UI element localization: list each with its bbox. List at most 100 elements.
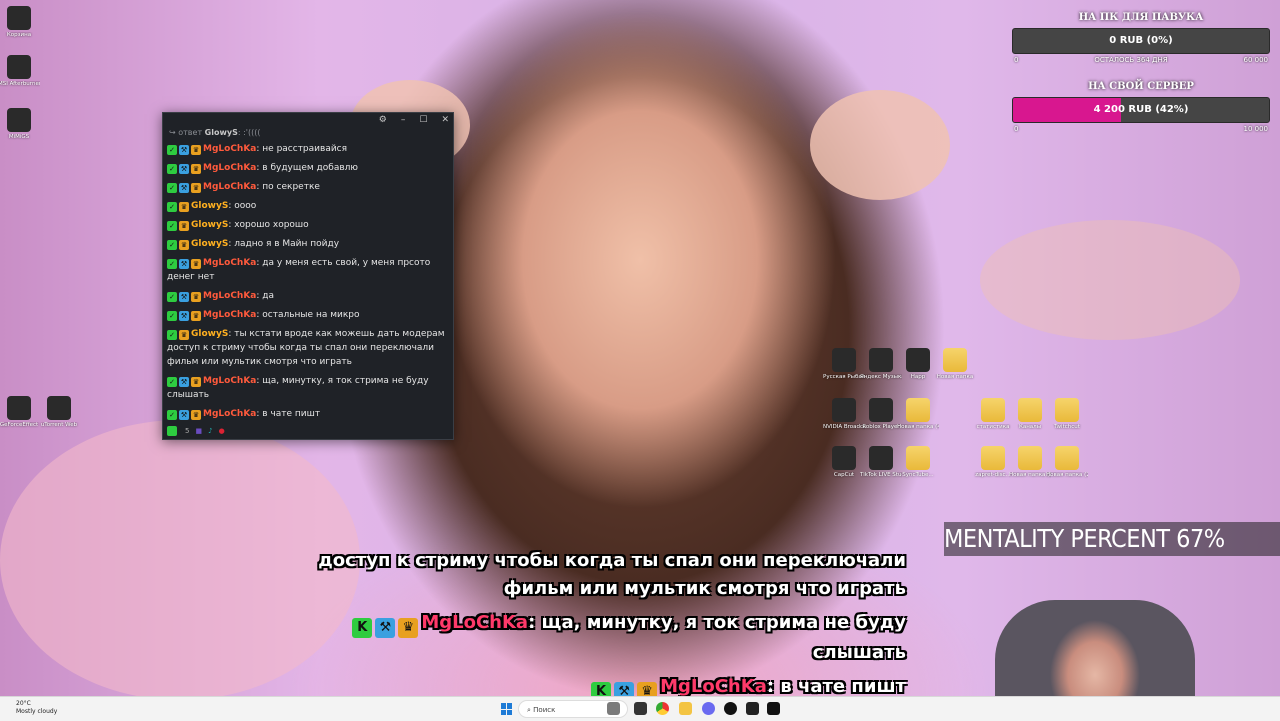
desktop-icon[interactable]: zapret-disc... <box>972 446 1014 479</box>
desktop-icon[interactable]: Новая папка (4) <box>897 398 939 431</box>
crown-icon: ♛ <box>398 618 419 638</box>
chat-window[interactable]: ⚙ – ☐ ✕ ↪ ответ GlowyS: :'(((( ✓ ⚒ ♛ MgLoCh… <box>162 112 454 440</box>
desktop-icon-label: Roblox Player <box>862 424 900 430</box>
desktop-icon-label: SyncTube... <box>902 472 934 478</box>
crown-icon: ♛ <box>179 330 189 340</box>
folder-icon <box>981 446 1005 470</box>
desktop-icon[interactable]: Новая папка (3) <box>1009 446 1051 479</box>
goal-progress-bar: 0 RUB (0%) <box>1012 28 1270 54</box>
start-button[interactable] <box>501 703 513 715</box>
desktop-icon[interactable]: SyncTube... <box>897 446 939 479</box>
chat-message: ✓ ♛ GlowyS: ладно я в Майн пойду <box>163 235 453 254</box>
desktop-icon[interactable]: Яндекс Музыка <box>860 348 902 381</box>
desktop-icon[interactable]: Happ <box>897 348 939 381</box>
chat-username[interactable]: GlowyS <box>191 329 228 339</box>
desktop-icon-label: Twitchcut <box>1054 424 1080 430</box>
desktop-icon-label: Happ <box>910 374 926 380</box>
folder-icon <box>906 398 930 422</box>
chat-text: : остальные на микро <box>256 310 360 320</box>
chat-username[interactable]: MgLoChKa <box>203 376 256 386</box>
desktop-icon[interactable]: Новая папка <box>934 348 976 381</box>
discord-icon[interactable] <box>702 702 715 715</box>
desktop-icon[interactable]: Каналы <box>1009 398 1051 431</box>
chat-text: : в будущем добавлю <box>256 163 358 173</box>
badge-icon: K <box>352 618 373 638</box>
goal-title: НА СВОЙ СЕРВЕР <box>1088 81 1194 92</box>
desktop-icon[interactable]: MSI Afterburner <box>0 55 40 88</box>
desktop-icon[interactable]: uTorrent Web <box>38 396 80 429</box>
chat-text: : ладно я в Майн пойду <box>228 239 340 249</box>
reply-preview: ↪ ответ GlowyS: :'(((( <box>169 128 261 137</box>
desktop-icon[interactable]: Roblox Player <box>860 398 902 431</box>
capcut-taskbar-icon[interactable] <box>767 702 780 715</box>
folder-icon <box>1018 446 1042 470</box>
explorer-icon[interactable] <box>679 702 692 715</box>
recycle-bin-icon <box>7 6 31 30</box>
mimigs-icon <box>7 108 31 132</box>
goal-scale: 0 10 000 <box>1014 125 1268 133</box>
chat-message-list[interactable]: ✓ ⚒ ♛ MgLoChKa: не расстраивайся ✓ ⚒ ♛ MgLoChKa… <box>163 140 453 424</box>
chat-username[interactable]: MgLoChKa <box>203 409 256 419</box>
crown-icon: ♛ <box>191 377 201 387</box>
badge-icon: ✓ <box>167 145 177 155</box>
chrome-icon[interactable] <box>656 702 669 715</box>
viewer-count: 5 <box>185 427 190 435</box>
settings-icon[interactable]: ⚙ <box>379 115 387 125</box>
desktop-icon-label: Каналы <box>1018 424 1042 430</box>
chat-text: : не расстраивайся <box>256 144 348 154</box>
hammer-icon: ⚒ <box>179 292 189 302</box>
desktop-icon-label: Русская Рыбалка 4 <box>823 374 865 380</box>
chat-text: : оооо <box>228 201 257 211</box>
desktop-icon-label: uTorrent Web <box>40 422 78 428</box>
chat-message: ✓ ⚒ ♛ MgLoChKa: в чате пишт <box>163 405 453 424</box>
desktop-icon[interactable]: NVIDIA Broadcast <box>823 398 865 431</box>
chat-username[interactable]: MgLoChKa <box>203 182 256 192</box>
crown-icon: ♛ <box>191 311 201 321</box>
chat-username[interactable]: GlowyS <box>191 239 228 249</box>
desktop-icon[interactable]: TikTok LIVE Studio <box>860 446 902 479</box>
desktop-icon[interactable]: Корзина <box>0 6 40 39</box>
desktop-icon-label: Новая папка (3) <box>1009 472 1051 478</box>
overlay-line: фильм или мультик смотря что играть <box>503 578 906 599</box>
desktop-icon-label: MSI Afterburner <box>0 81 40 87</box>
game-icon[interactable] <box>746 702 759 715</box>
desktop-icon[interactable]: MiMiGS <box>0 108 40 141</box>
maximize-icon[interactable]: ☐ <box>419 115 427 125</box>
desktop-icon[interactable]: Русская Рыбалка 4 <box>823 348 865 381</box>
mentality-percent: MENTALITY PERCENT 67% <box>944 522 1280 556</box>
chat-username[interactable]: MgLoChKa <box>203 291 256 301</box>
obs-icon[interactable] <box>724 702 737 715</box>
desktop-icon[interactable]: Новая папка (2) <box>1046 446 1088 479</box>
goal-title: НА ПК ДЛЯ ПАВУКА <box>1078 12 1204 23</box>
chat-username[interactable]: MgLoChKa <box>203 163 256 173</box>
desktop-icon[interactable]: Twitchcut <box>1046 398 1088 431</box>
hammer-icon: ⚒ <box>179 377 189 387</box>
taskview-icon[interactable] <box>607 702 620 715</box>
desktop-icon[interactable]: CapCut <box>823 446 865 479</box>
chat-username[interactable]: GlowyS <box>191 220 228 230</box>
crown-icon: ♛ <box>191 410 201 420</box>
minimize-icon[interactable]: – <box>401 115 406 125</box>
folder-icon <box>1055 398 1079 422</box>
crown-icon: ♛ <box>191 292 201 302</box>
badge-icon: ✓ <box>167 221 177 231</box>
chat-username[interactable]: MgLoChKa <box>203 144 256 154</box>
badge-icon: ✓ <box>167 183 177 193</box>
badge-icon: ✓ <box>167 311 177 321</box>
badge-icon: ✓ <box>167 292 177 302</box>
chat-username[interactable]: MgLoChKa <box>203 258 256 268</box>
close-icon[interactable]: ✕ <box>441 115 449 125</box>
weather-widget[interactable]: 20°C Mostly cloudy <box>16 700 57 716</box>
chat-username[interactable]: GlowyS <box>191 201 228 211</box>
widgets-icon[interactable] <box>634 702 647 715</box>
desktop-icon[interactable]: GeForceEffect <box>0 396 40 429</box>
hammer-icon: ⚒ <box>179 410 189 420</box>
folder-icon <box>1018 398 1042 422</box>
fishing-icon <box>832 348 856 372</box>
desktop-icon-label: Новая папка (4) <box>897 424 939 430</box>
desktop-icon[interactable]: статистика <box>972 398 1014 431</box>
badge-icon: ✓ <box>167 240 177 250</box>
chat-username[interactable]: MgLoChKa <box>203 310 256 320</box>
overlay-message: K ⚒ ♛ MgLoChKa: ща, минутку, я ток стрима н… <box>352 612 906 638</box>
chat-message: ✓ ⚒ ♛ MgLoChKa: да у меня есть свой, у меня… <box>163 254 453 287</box>
